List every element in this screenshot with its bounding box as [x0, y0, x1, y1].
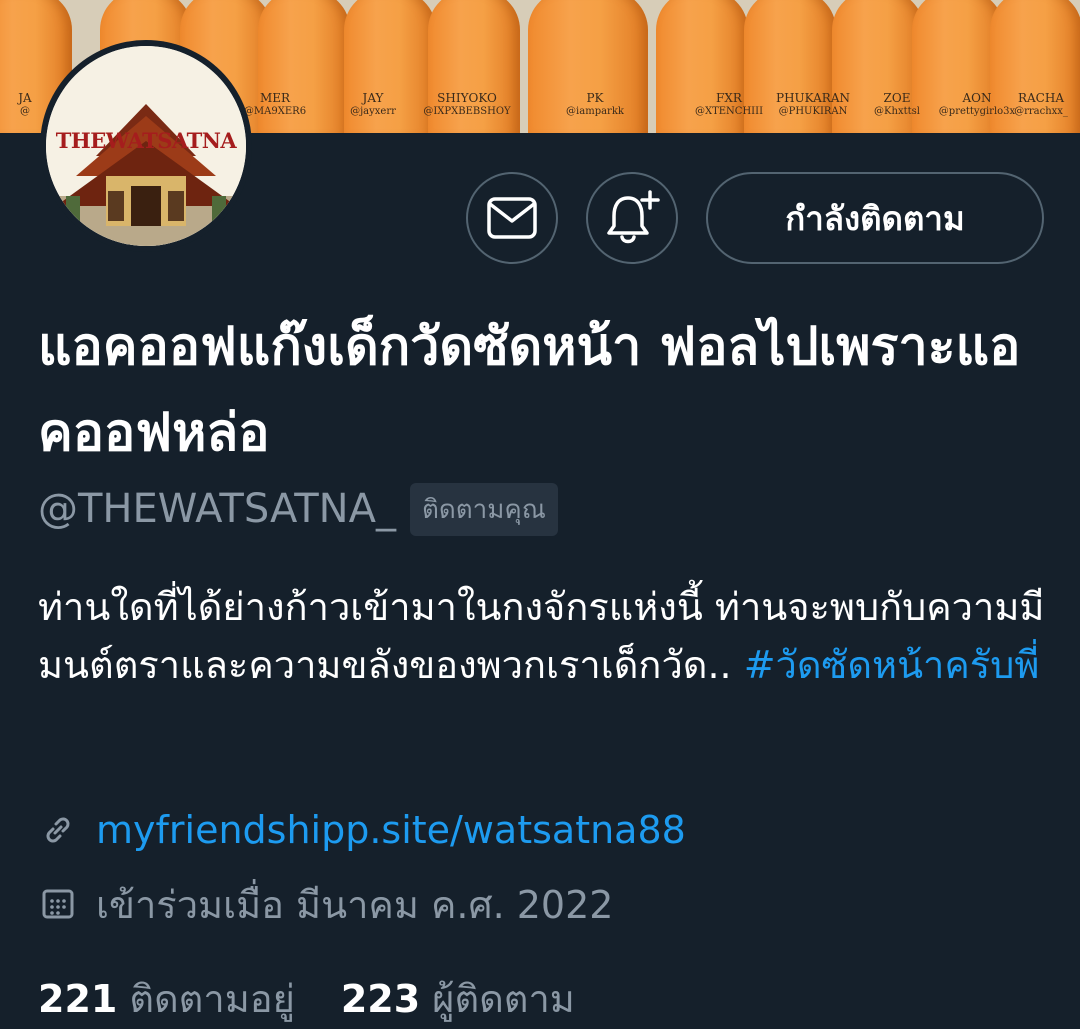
profile-joined-date: เข้าร่วมเมื่อ มีนาคม ค.ศ. 2022	[96, 882, 614, 927]
profile-stats: 221 ติดตามอยู่ 223 ผู้ติดตาม	[38, 972, 575, 1024]
following-button[interactable]: กำลังติดตาม	[706, 172, 1044, 264]
bio-hashtag-link[interactable]: #วัดซัดหน้าครับพี่	[744, 643, 1040, 687]
following-label: ติดตามอยู่	[129, 976, 295, 1021]
followers-label: ผู้ติดตาม	[432, 976, 575, 1021]
profile-website-link[interactable]: myfriendshipp.site/watsatna88	[96, 808, 686, 852]
notify-button[interactable]	[586, 172, 678, 264]
message-button[interactable]	[466, 172, 558, 264]
link-icon	[38, 810, 78, 850]
banner-tag: SHIYOKO @IXPXBEBSHOY	[423, 91, 511, 118]
calendar-icon	[38, 884, 78, 924]
profile-display-name: แอคออฟแก๊งเด็กวัดซัดหน้า ฟอลไปเพราะแอคออ…	[38, 317, 1021, 463]
profile-handle: @THEWATSATNA_	[38, 486, 396, 532]
avatar-title: THEWATSATNA	[55, 128, 237, 153]
profile-link-row: myfriendshipp.site/watsatna88	[38, 806, 686, 854]
following-stat-link[interactable]: 221 ติดตามอยู่	[38, 968, 295, 1029]
follows-you-badge: ติดตามคุณ	[409, 482, 558, 536]
avatar[interactable]: THEWATSATNA	[40, 40, 252, 252]
profile-joined-row: เข้าร่วมเมื่อ มีนาคม ค.ศ. 2022	[38, 880, 613, 928]
avatar-image: THEWATSATNA	[46, 46, 246, 246]
followers-count: 223	[340, 976, 421, 1021]
envelope-icon	[487, 197, 537, 239]
bell-plus-icon	[607, 190, 660, 244]
following-count: 221	[38, 976, 118, 1021]
banner-tag: RACHA @rrachxx_	[1014, 91, 1068, 118]
banner-tag: PK @iamparkk	[566, 91, 624, 118]
profile-bio: ท่านใดที่ได้ย่างก้าวเข้ามาในกงจักรแห่งนี…	[38, 578, 1048, 694]
followers-stat-link[interactable]: 223 ผู้ติดตาม	[341, 968, 575, 1029]
handle-row: @THEWATSATNA_ ติดตามคุณ	[38, 482, 558, 536]
